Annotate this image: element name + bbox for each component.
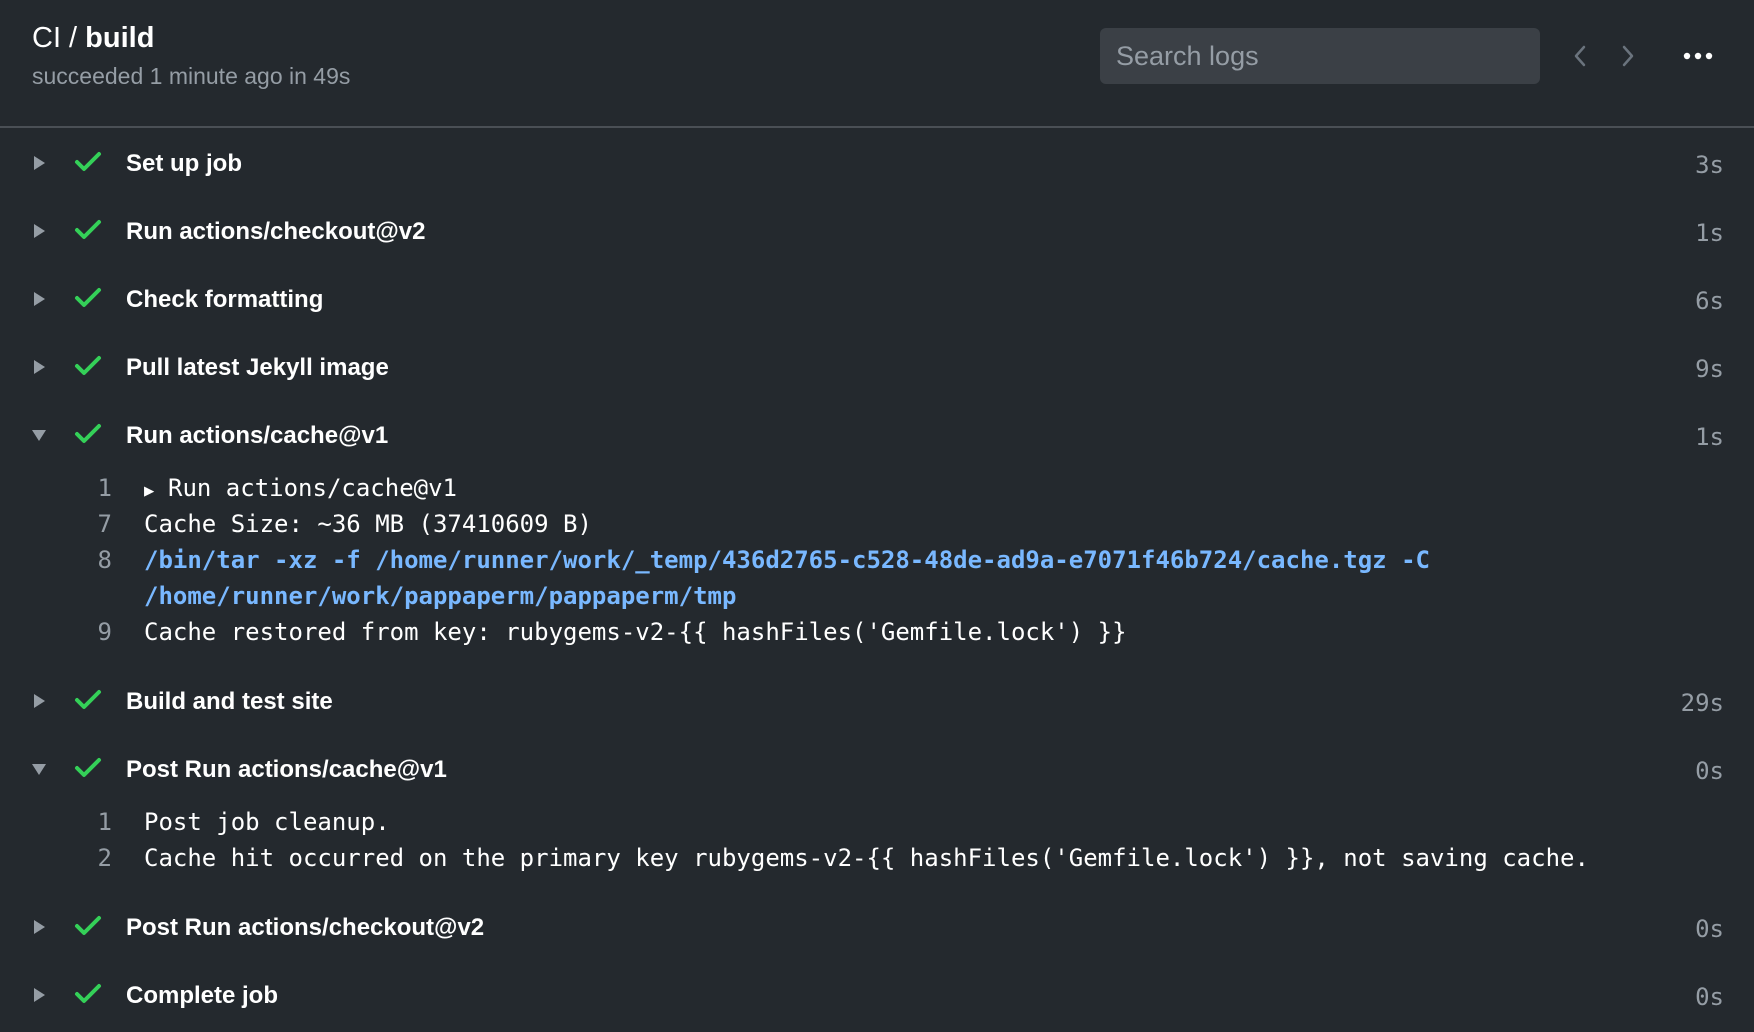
check-icon bbox=[75, 152, 101, 171]
log-line-number[interactable]: 1 bbox=[80, 804, 112, 840]
step-duration: 0s bbox=[1695, 915, 1724, 943]
log-line-text: Cache hit occurred on the primary key ru… bbox=[144, 844, 1589, 872]
step-name: Run actions/checkout@v2 bbox=[126, 218, 426, 245]
next-match-button[interactable] bbox=[1610, 38, 1646, 74]
previous-match-button[interactable] bbox=[1562, 38, 1598, 74]
job-header: CI / build succeeded 1 minute ago in 49s bbox=[0, 0, 1754, 128]
check-icon bbox=[75, 288, 101, 307]
triangle-right-icon bbox=[34, 694, 45, 708]
triangle-right-icon bbox=[34, 224, 45, 238]
job-status-text: succeeded 1 minute ago in 49s bbox=[32, 63, 351, 89]
step-duration: 3s bbox=[1695, 151, 1724, 179]
step-name: Complete job bbox=[126, 982, 279, 1009]
step-row[interactable]: Run actions/checkout@v2 1s bbox=[0, 198, 1754, 266]
check-icon bbox=[75, 916, 101, 935]
step-row[interactable]: Build and test site 29s bbox=[0, 668, 1754, 736]
triangle-right-icon[interactable]: ▶ bbox=[144, 473, 168, 509]
log-line: 7 Cache Size: ~36 MB (37410609 B) bbox=[0, 506, 1754, 542]
check-icon bbox=[75, 424, 101, 443]
chevron-right-icon bbox=[1622, 45, 1634, 67]
triangle-right-icon bbox=[34, 360, 45, 374]
steps-list: Set up job 3s Run actions/checkout@v2 1s Che… bbox=[0, 130, 1754, 1030]
job-title: CI / build bbox=[32, 22, 154, 55]
step-row[interactable]: Run actions/cache@v1 1s bbox=[0, 402, 1754, 470]
triangle-right-icon bbox=[34, 156, 45, 170]
step-name: Check formatting bbox=[126, 286, 324, 313]
log-line-number[interactable]: 9 bbox=[80, 614, 112, 650]
triangle-down-icon bbox=[32, 764, 46, 775]
triangle-right-icon bbox=[34, 920, 45, 934]
log-line: 1 Post job cleanup. bbox=[0, 804, 1754, 840]
log-line-text: Post job cleanup. bbox=[144, 808, 390, 836]
step-duration: 1s bbox=[1695, 219, 1724, 247]
job-name: build bbox=[85, 22, 155, 54]
check-icon bbox=[75, 690, 101, 709]
step-duration: 1s bbox=[1695, 423, 1724, 451]
step-duration: 9s bbox=[1695, 355, 1724, 383]
check-icon bbox=[75, 356, 101, 375]
step-duration: 29s bbox=[1680, 689, 1724, 717]
step-row[interactable]: Check formatting 6s bbox=[0, 266, 1754, 334]
log-line: 9 Cache restored from key: rubygems-v2-{{… bbox=[0, 614, 1754, 650]
log-line: 8/bin/tar -xz -f /home/runner/work/_temp… bbox=[0, 542, 1754, 578]
kebab-horizontal-icon bbox=[1683, 52, 1713, 60]
step-row[interactable]: Pull latest Jekyll image 9s bbox=[0, 334, 1754, 402]
title-separator: / bbox=[61, 22, 86, 54]
step-row[interactable]: Complete job 0s bbox=[0, 962, 1754, 1030]
log-line-content: Cache hit occurred on the primary key ru… bbox=[144, 840, 1589, 876]
log-line: /home/runner/work/pappaperm/pappaperm/tm… bbox=[0, 578, 1754, 614]
check-icon bbox=[75, 984, 101, 1003]
log-line-content: ▶ Run actions/cache@v1 bbox=[144, 470, 457, 509]
step-name: Pull latest Jekyll image bbox=[126, 354, 389, 381]
step-row[interactable]: Post Run actions/checkout@v2 0s bbox=[0, 894, 1754, 962]
log-line-text: Run actions/cache@v1 bbox=[168, 474, 457, 502]
triangle-right-icon bbox=[34, 988, 45, 1002]
log-line: 2 Cache hit occurred on the primary key r… bbox=[0, 840, 1754, 876]
log-line-content: Cache restored from key: rubygems-v2-{{ … bbox=[144, 614, 1127, 650]
log-line-content: Post job cleanup. bbox=[144, 804, 390, 840]
check-icon bbox=[75, 758, 101, 777]
log-line-content: /home/runner/work/pappaperm/pappaperm/tm… bbox=[144, 578, 736, 614]
log-line-content: /bin/tar -xz -f /home/runner/work/_temp/… bbox=[144, 542, 1430, 578]
step-row[interactable]: Set up job 3s bbox=[0, 130, 1754, 198]
triangle-right-icon bbox=[34, 292, 45, 306]
step-name: Set up job bbox=[126, 150, 242, 177]
log-line-content: Cache Size: ~36 MB (37410609 B) bbox=[144, 506, 592, 542]
chevron-left-icon bbox=[1574, 45, 1586, 67]
log-line-number[interactable]: 8 bbox=[80, 542, 112, 578]
step-row[interactable]: Post Run actions/cache@v1 0s bbox=[0, 736, 1754, 804]
step-log: 1 ▶ Run actions/cache@v1 7 Cache Size: ~36 M… bbox=[0, 470, 1754, 668]
step-duration: 0s bbox=[1695, 757, 1724, 785]
log-line-text: Cache restored from key: rubygems-v2-{{ … bbox=[144, 618, 1127, 646]
log-line-text: /bin/tar -xz -f /home/runner/work/_temp/… bbox=[144, 546, 1430, 574]
workflow-name[interactable]: CI bbox=[32, 22, 61, 54]
check-icon bbox=[75, 220, 101, 239]
log-line-text: Cache Size: ~36 MB (37410609 B) bbox=[144, 510, 592, 538]
step-name: Run actions/cache@v1 bbox=[126, 422, 389, 449]
search-logs-input[interactable] bbox=[1100, 28, 1540, 84]
triangle-down-icon bbox=[32, 430, 46, 441]
more-options-button[interactable] bbox=[1678, 38, 1718, 74]
step-log: 1 Post job cleanup. 2 Cache hit occurred on… bbox=[0, 804, 1754, 894]
step-name: Build and test site bbox=[126, 688, 333, 715]
log-line-number[interactable]: 2 bbox=[80, 840, 112, 876]
step-name: Post Run actions/checkout@v2 bbox=[126, 914, 485, 941]
log-line-text: /home/runner/work/pappaperm/pappaperm/tm… bbox=[144, 582, 737, 610]
step-duration: 6s bbox=[1695, 287, 1724, 315]
log-line-number[interactable]: 1 bbox=[80, 470, 112, 506]
log-line-number[interactable]: 7 bbox=[80, 506, 112, 542]
step-name: Post Run actions/cache@v1 bbox=[126, 756, 447, 783]
step-duration: 0s bbox=[1695, 983, 1724, 1011]
log-line[interactable]: 1 ▶ Run actions/cache@v1 bbox=[0, 470, 1754, 506]
